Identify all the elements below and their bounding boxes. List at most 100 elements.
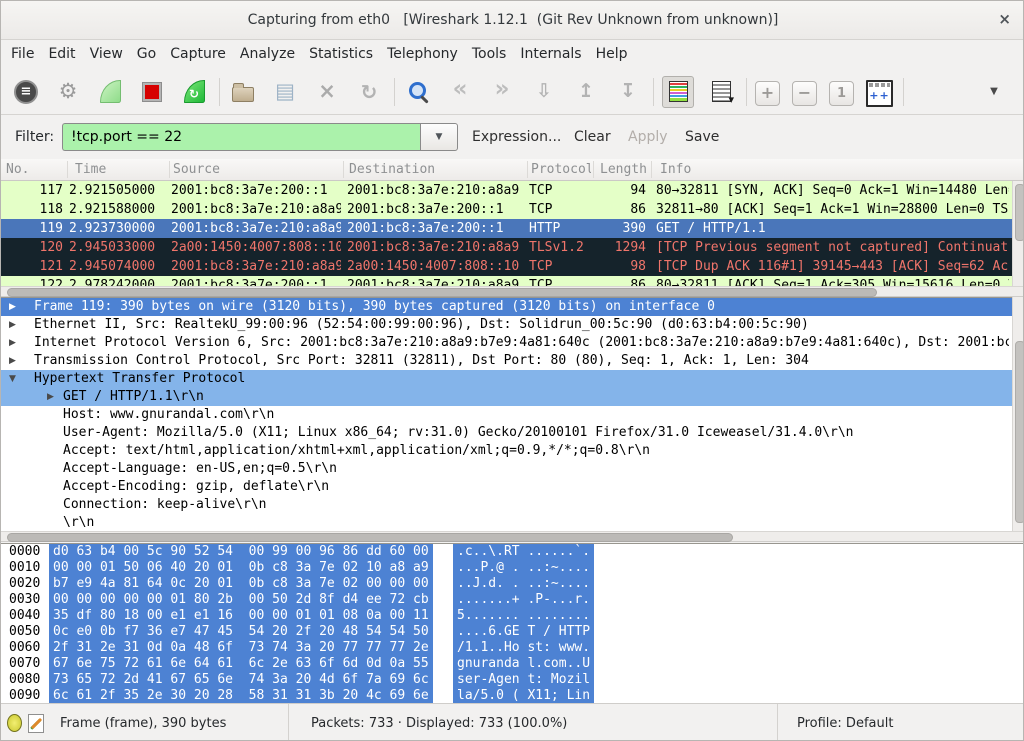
interfaces-icon[interactable]: ≡ bbox=[11, 77, 41, 107]
vscroll-thumb[interactable] bbox=[1015, 184, 1024, 241]
triangle-right-icon[interactable]: ▶ bbox=[47, 388, 54, 406]
hex-row-0000[interactable]: 0000d0 63 b4 00 5c 90 52 54 00 99 00 96 … bbox=[1, 544, 1024, 560]
hex-row-0020[interactable]: 0020b7 e9 4a 81 64 0c 20 01 0b c8 3a 7e … bbox=[1, 576, 1024, 592]
expert-info-icon[interactable] bbox=[7, 714, 22, 732]
column-header-time[interactable]: Time bbox=[75, 159, 165, 180]
clear-button[interactable]: Clear bbox=[574, 115, 611, 159]
filter-dropdown-button[interactable]: ▼ bbox=[420, 123, 458, 151]
details-hscrollbar[interactable] bbox=[1, 531, 1024, 542]
detail-row-1[interactable]: ▶Ethernet II, Src: RealtekU_99:00:96 (52… bbox=[1, 316, 1012, 334]
save-button[interactable]: Save bbox=[685, 115, 719, 159]
detail-row-9[interactable]: Accept-Language: en-US,en;q=0.5\r\n bbox=[1, 460, 1012, 478]
packet-row-121[interactable]: 1212.9450740002001:bc8:3a7e:210:a8a92a00… bbox=[1, 257, 1012, 276]
packet-list-vscrollbar[interactable] bbox=[1012, 181, 1024, 286]
resize-columns-icon[interactable]: ++ bbox=[866, 80, 893, 107]
toolbar-overflow-icon[interactable]: ▼ bbox=[979, 77, 1009, 107]
hex-row-0050[interactable]: 00500c e0 0b f7 36 e7 47 45 54 20 2f 20 … bbox=[1, 624, 1024, 640]
packet-row-117[interactable]: 1172.9215050002001:bc8:3a7e:200::12001:b… bbox=[1, 181, 1012, 200]
hex-row-0030[interactable]: 003000 00 00 00 00 01 80 2b 00 50 2d 8f … bbox=[1, 592, 1024, 608]
hex-ascii: 5....... ........ bbox=[453, 608, 594, 624]
capture-restart-icon[interactable]: ↻ bbox=[179, 77, 209, 107]
packet-row-122[interactable]: 1222.9782420002001:bc8:3a7e:200::12001:b… bbox=[1, 276, 1012, 286]
packet-list-hscrollbar[interactable] bbox=[1, 286, 1024, 297]
menu-item-edit[interactable]: Edit bbox=[41, 46, 82, 62]
capture-options-icon[interactable]: ⚙ bbox=[53, 77, 83, 107]
triangle-right-icon[interactable]: ▶ bbox=[9, 352, 16, 370]
hex-offset: 0000 bbox=[9, 544, 40, 560]
column-divider[interactable] bbox=[169, 161, 170, 178]
expression-button[interactable]: Expression... bbox=[472, 115, 561, 159]
menu-item-view[interactable]: View bbox=[83, 46, 130, 62]
capture-comment-icon[interactable] bbox=[28, 714, 44, 733]
capture-start-icon[interactable] bbox=[95, 77, 125, 107]
detail-row-4[interactable]: ▼Hypertext Transfer Protocol bbox=[1, 370, 1012, 388]
menu-item-telephony[interactable]: Telephony bbox=[380, 46, 465, 62]
window-close-icon[interactable]: × bbox=[998, 10, 1011, 28]
reload-icon[interactable]: ↻ bbox=[354, 77, 384, 107]
filter-input[interactable] bbox=[62, 123, 420, 151]
close-capture-icon[interactable]: × bbox=[312, 77, 342, 107]
triangle-right-icon[interactable]: ▶ bbox=[9, 298, 16, 316]
status-profile-text[interactable]: Profile: Default bbox=[797, 716, 893, 731]
detail-row-12[interactable]: \r\n bbox=[1, 514, 1012, 531]
menu-item-tools[interactable]: Tools bbox=[465, 46, 514, 62]
menu-item-statistics[interactable]: Statistics bbox=[302, 46, 380, 62]
menu-item-internals[interactable]: Internals bbox=[513, 46, 588, 62]
hex-row-0090[interactable]: 00906c 61 2f 35 2e 30 20 28 58 31 31 3b … bbox=[1, 688, 1024, 703]
vscroll-thumb[interactable] bbox=[1015, 341, 1024, 523]
column-divider[interactable] bbox=[651, 161, 652, 178]
capture-stop-icon[interactable] bbox=[137, 77, 167, 107]
go-first-packet-icon[interactable]: ↥ bbox=[571, 77, 601, 107]
column-divider[interactable] bbox=[593, 161, 594, 178]
triangle-right-icon[interactable]: ▶ bbox=[9, 316, 16, 334]
save-capture-icon[interactable]: ▤ bbox=[270, 77, 300, 107]
packet-row-119[interactable]: 1192.9237300002001:bc8:3a7e:210:a8a92001… bbox=[1, 219, 1012, 238]
column-divider[interactable] bbox=[67, 161, 68, 178]
column-header-info[interactable]: Info bbox=[660, 159, 1009, 180]
column-divider[interactable] bbox=[343, 161, 344, 178]
detail-row-7[interactable]: User-Agent: Mozilla/5.0 (X11; Linux x86_… bbox=[1, 424, 1012, 442]
packet-row-120[interactable]: 1202.9450330002a00:1450:4007:808::102001… bbox=[1, 238, 1012, 257]
hscroll-thumb[interactable] bbox=[7, 533, 733, 542]
detail-row-11[interactable]: Connection: keep-alive\r\n bbox=[1, 496, 1012, 514]
go-forward-icon[interactable]: » bbox=[487, 77, 517, 107]
hex-row-0040[interactable]: 004035 df 80 18 00 e1 e1 16 00 00 01 01 … bbox=[1, 608, 1024, 624]
menu-item-go[interactable]: Go bbox=[130, 46, 163, 62]
menu-item-capture[interactable]: Capture bbox=[163, 46, 233, 62]
zoom-in-icon[interactable]: + bbox=[755, 81, 780, 106]
menu-item-help[interactable]: Help bbox=[589, 46, 635, 62]
zoom-out-icon[interactable]: − bbox=[792, 81, 817, 106]
go-back-icon[interactable]: « bbox=[445, 77, 475, 107]
column-divider[interactable] bbox=[527, 161, 528, 178]
detail-row-3[interactable]: ▶Transmission Control Protocol, Src Port… bbox=[1, 352, 1012, 370]
detail-row-6[interactable]: Host: www.gnurandal.com\r\n bbox=[1, 406, 1012, 424]
open-capture-icon[interactable] bbox=[228, 77, 258, 107]
column-header-no[interactable]: No. bbox=[6, 159, 63, 180]
zoom-100-icon[interactable]: 1 bbox=[829, 81, 854, 106]
go-last-packet-icon[interactable]: ↧ bbox=[613, 77, 643, 107]
triangle-right-icon[interactable]: ▶ bbox=[9, 334, 16, 352]
find-packet-icon[interactable] bbox=[403, 77, 433, 107]
menu-item-file[interactable]: File bbox=[4, 46, 41, 62]
hscroll-thumb[interactable] bbox=[7, 288, 877, 297]
column-header-source[interactable]: Source bbox=[173, 159, 339, 180]
colorize-icon[interactable] bbox=[662, 76, 694, 108]
detail-row-5[interactable]: ▶GET / HTTP/1.1\r\n bbox=[1, 388, 1012, 406]
triangle-down-icon[interactable]: ▼ bbox=[9, 370, 16, 388]
details-vscrollbar[interactable] bbox=[1012, 297, 1024, 531]
hex-row-0070[interactable]: 007067 6e 75 72 61 6e 64 61 6c 2e 63 6f … bbox=[1, 656, 1024, 672]
detail-row-8[interactable]: Accept: text/html,application/xhtml+xml,… bbox=[1, 442, 1012, 460]
hex-row-0060[interactable]: 00602f 31 2e 31 0d 0a 48 6f 73 74 3a 20 … bbox=[1, 640, 1024, 656]
hex-row-0080[interactable]: 008073 65 72 2d 41 67 65 6e 74 3a 20 4d … bbox=[1, 672, 1024, 688]
go-to-packet-icon[interactable]: ⇩ bbox=[529, 77, 559, 107]
column-header-destination[interactable]: Destination bbox=[349, 159, 521, 180]
column-header-length[interactable]: Length bbox=[600, 159, 647, 180]
hex-row-0010[interactable]: 001000 00 01 50 06 40 20 01 0b c8 3a 7e … bbox=[1, 560, 1024, 576]
detail-row-0[interactable]: ▶Frame 119: 390 bytes on wire (3120 bits… bbox=[1, 298, 1012, 316]
menu-item-analyze[interactable]: Analyze bbox=[233, 46, 302, 62]
autoscroll-icon[interactable] bbox=[706, 77, 736, 107]
detail-row-10[interactable]: Accept-Encoding: gzip, deflate\r\n bbox=[1, 478, 1012, 496]
packet-row-118[interactable]: 1182.9215880002001:bc8:3a7e:210:a8a92001… bbox=[1, 200, 1012, 219]
detail-row-2[interactable]: ▶Internet Protocol Version 6, Src: 2001:… bbox=[1, 334, 1012, 352]
column-header-protocol[interactable]: Protocol bbox=[531, 159, 591, 180]
